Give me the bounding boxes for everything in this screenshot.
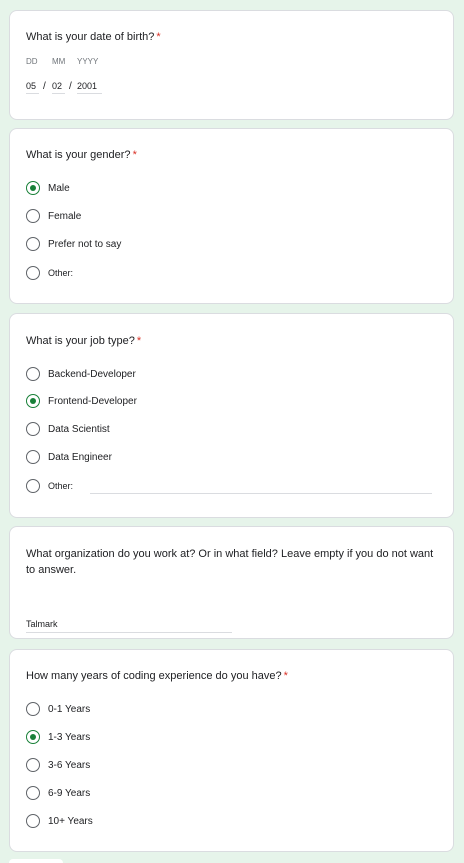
job-option-other[interactable]: Other:: [26, 477, 73, 495]
required-marker: *: [136, 335, 142, 347]
dob-question-text: What is your date of birth?: [26, 31, 155, 43]
option-label: 0-1 Years: [48, 703, 91, 715]
radio-unchecked-icon[interactable]: [26, 422, 40, 436]
organization-card: What organization do you work at? Or in …: [9, 526, 454, 639]
job-option-backend[interactable]: Backend-Developer: [26, 365, 136, 383]
radio-unchecked-icon[interactable]: [26, 266, 40, 280]
radio-unchecked-icon[interactable]: [26, 758, 40, 772]
experience-option-6-9[interactable]: 6-9 Years: [26, 784, 90, 802]
organization-question: What organization do you work at? Or in …: [26, 548, 434, 576]
dob-card: What is your date of birth? * DD MM YYYY …: [9, 10, 454, 120]
job-question-text: What is your job type?: [26, 335, 135, 347]
option-label: 6-9 Years: [48, 787, 91, 799]
mm-label: MM: [52, 57, 66, 66]
date-separator: /: [43, 81, 46, 92]
option-label: 3-6 Years: [48, 759, 91, 771]
organization-input[interactable]: Talmark: [26, 619, 232, 633]
option-label: 1-3 Years: [48, 731, 91, 743]
option-label: 10+ Years: [48, 815, 93, 827]
day-input[interactable]: 05: [26, 81, 39, 94]
option-label: Backend-Developer: [48, 368, 136, 380]
radio-unchecked-icon[interactable]: [26, 702, 40, 716]
gender-question: What is your gender? *: [26, 147, 438, 163]
month-input[interactable]: 02: [52, 81, 65, 94]
radio-checked-icon[interactable]: [26, 181, 40, 195]
job-option-data-engineer[interactable]: Data Engineer: [26, 448, 112, 466]
gender-option-male[interactable]: Male: [26, 179, 70, 197]
job-question: What is your job type? *: [26, 333, 438, 349]
year-input[interactable]: 2001: [77, 81, 102, 94]
radio-unchecked-icon[interactable]: [26, 786, 40, 800]
job-option-data-scientist[interactable]: Data Scientist: [26, 420, 110, 438]
next-button-partial[interactable]: [9, 859, 63, 863]
option-label: Other:: [48, 481, 74, 491]
dob-question: What is your date of birth? *: [26, 29, 438, 45]
radio-unchecked-icon[interactable]: [26, 367, 40, 381]
option-label: Male: [48, 182, 70, 194]
experience-option-3-6[interactable]: 3-6 Years: [26, 756, 90, 774]
option-label: Data Engineer: [48, 451, 112, 463]
required-marker: *: [156, 31, 161, 43]
experience-card: How many years of coding experience do y…: [9, 649, 454, 852]
experience-question: How many years of coding experience do y…: [26, 668, 438, 684]
option-label: Data Scientist: [48, 423, 110, 435]
date-separator: /: [69, 81, 72, 92]
radio-checked-icon[interactable]: [26, 394, 40, 408]
option-label: Frontend-Developer: [48, 395, 137, 407]
option-label: Female: [48, 210, 82, 222]
gender-option-other[interactable]: Other:: [26, 264, 73, 282]
dd-label: DD: [26, 57, 38, 66]
experience-option-0-1[interactable]: 0-1 Years: [26, 700, 90, 718]
experience-question-text: How many years of coding experience do y…: [26, 670, 282, 682]
job-card: What is your job type? * Backend-Develope…: [9, 313, 454, 518]
experience-option-1-3[interactable]: 1-3 Years: [26, 728, 90, 746]
gender-option-female[interactable]: Female: [26, 207, 81, 225]
radio-unchecked-icon[interactable]: [26, 237, 40, 251]
gender-question-text: What is your gender?: [26, 149, 131, 161]
experience-option-10-plus[interactable]: 10+ Years: [26, 812, 93, 830]
option-label: Other:: [48, 268, 74, 278]
gender-card: What is your gender? * Male Female Prefer…: [9, 128, 454, 304]
yyyy-label: YYYY: [77, 57, 99, 66]
gender-option-prefer-not[interactable]: Prefer not to say: [26, 235, 121, 253]
other-text-input[interactable]: [90, 493, 432, 494]
radio-unchecked-icon[interactable]: [26, 209, 40, 223]
radio-checked-icon[interactable]: [26, 730, 40, 744]
radio-unchecked-icon[interactable]: [26, 450, 40, 464]
required-marker: *: [283, 670, 288, 682]
option-label: Prefer not to say: [48, 238, 122, 250]
required-marker: *: [132, 149, 137, 161]
radio-unchecked-icon[interactable]: [26, 814, 40, 828]
job-option-frontend[interactable]: Frontend-Developer: [26, 392, 137, 410]
radio-unchecked-icon[interactable]: [26, 479, 40, 493]
